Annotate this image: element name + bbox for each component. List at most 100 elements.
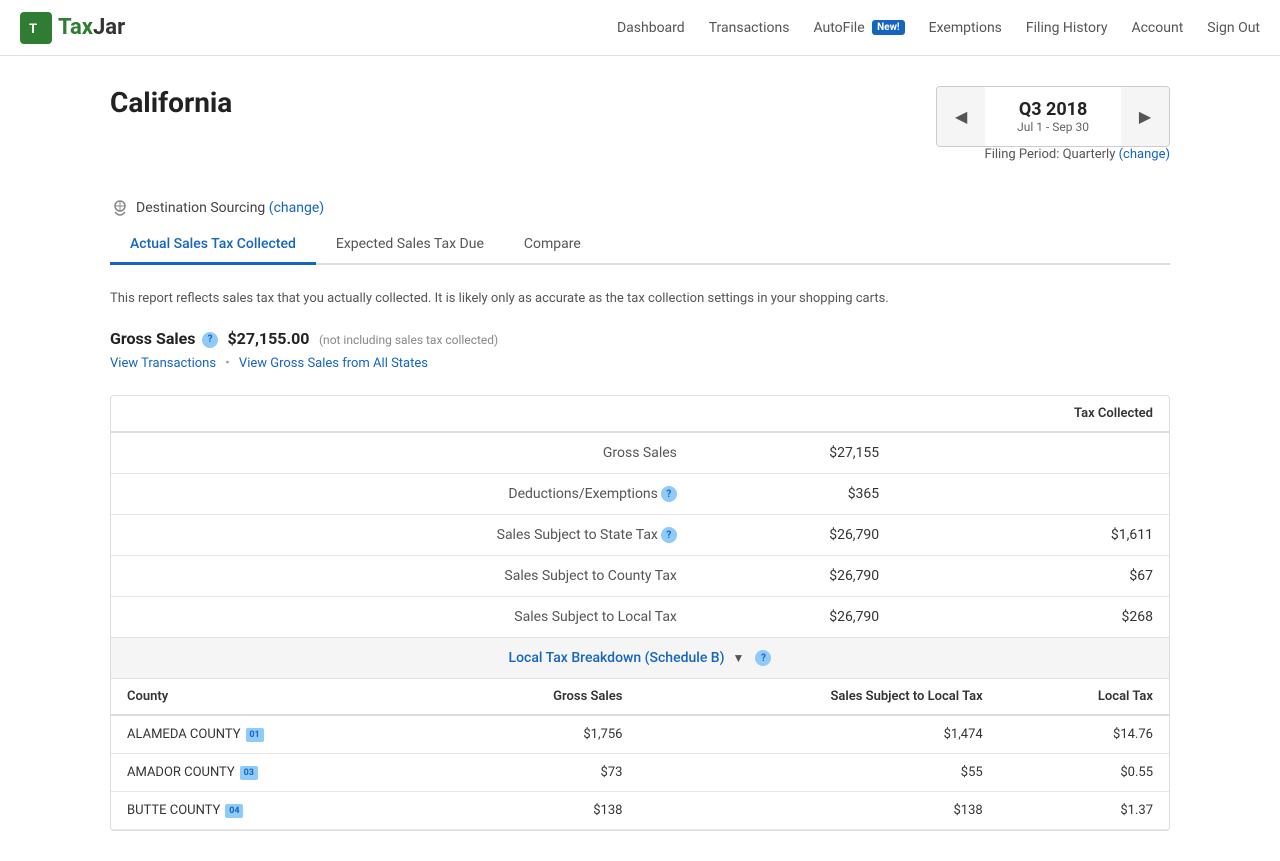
row-tax: $67 — [895, 556, 1169, 597]
breakdown-row[interactable]: Local Tax Breakdown (Schedule B) ▼ ? — [111, 637, 1169, 679]
county-subject: $55 — [638, 754, 998, 792]
view-transactions-link[interactable]: View Transactions — [110, 356, 216, 371]
logo[interactable]: T TaxJar — [20, 12, 125, 44]
county-badge[interactable]: 01 — [246, 728, 264, 742]
gross-sales-value: $27,155.00 — [227, 329, 309, 348]
table-row: Sales Subject to Local Tax $26,790 $268 — [111, 597, 1169, 638]
navbar: T TaxJar Dashboard Transactions AutoFile… — [0, 0, 1280, 56]
county-gross-sales: $1,756 — [440, 715, 638, 754]
period-label: Q3 2018 Jul 1 - Sep 30 — [985, 87, 1121, 146]
county-local-tax: $14.76 — [999, 715, 1169, 754]
county-name: ALAMEDA COUNTY01 — [111, 715, 440, 754]
county-name: AMADOR COUNTY03 — [111, 754, 440, 792]
sourcing-row: Destination Sourcing (change) — [110, 198, 1170, 218]
row-label: Sales Subject to County Tax — [111, 556, 693, 597]
period-quarter: Q3 2018 — [1017, 99, 1089, 120]
county-subject: $1,474 — [638, 715, 998, 754]
county-local-tax: $0.55 — [999, 754, 1169, 792]
county-badge[interactable]: 04 — [225, 804, 243, 818]
view-links: View Transactions • View Gross Sales fro… — [110, 356, 1170, 371]
col-header-label — [111, 396, 693, 432]
nav-links: Dashboard Transactions AutoFile New! Exe… — [617, 20, 1260, 36]
main-content: California ◀ Q3 2018 Jul 1 - Sep 30 ▶ Fi… — [90, 56, 1190, 861]
row-label: Gross Sales — [111, 432, 693, 474]
table-row: Sales Subject to County Tax $26,790 $67 — [111, 556, 1169, 597]
tab-actual-sales-tax[interactable]: Actual Sales Tax Collected — [110, 226, 316, 265]
breakdown-info-icon[interactable]: ? — [755, 650, 771, 666]
table-row: Deductions/Exemptions? $365 — [111, 473, 1169, 514]
col-header-amount — [693, 396, 895, 432]
svg-text:T: T — [29, 22, 37, 37]
period-prev-button[interactable]: ◀ — [937, 87, 985, 146]
col-header-tax: Tax Collected — [895, 396, 1169, 432]
header-row: California ◀ Q3 2018 Jul 1 - Sep 30 ▶ Fi… — [110, 86, 1170, 182]
sourcing-text: Destination Sourcing (change) — [136, 200, 324, 216]
county-table: County Gross Sales Sales Subject to Loca… — [111, 679, 1169, 830]
account-link[interactable]: Account — [1131, 20, 1183, 36]
county-gross-sales: $138 — [440, 792, 638, 830]
table-row: Sales Subject to State Tax? $26,790 $1,6… — [111, 515, 1169, 556]
tabs-container: Actual Sales Tax Collected Expected Sale… — [110, 226, 1170, 265]
row-label: Deductions/Exemptions? — [111, 473, 693, 514]
main-table-wrapper: Tax Collected Gross Sales $27,155 Deduct… — [110, 395, 1170, 832]
period-next-button[interactable]: ▶ — [1121, 87, 1169, 146]
tab-compare[interactable]: Compare — [504, 226, 601, 265]
row-amount: $26,790 — [693, 597, 895, 638]
row-tax — [895, 432, 1169, 474]
table-row: Gross Sales $27,155 — [111, 432, 1169, 474]
dashboard-link[interactable]: Dashboard — [617, 20, 685, 36]
gross-sales-row: Gross Sales ? $27,155.00 (not including … — [110, 329, 1170, 348]
county-table-row: BUTTE COUNTY04 $138 $138 $1.37 — [111, 792, 1169, 830]
county-col-county: County — [111, 679, 440, 715]
row-tax: $1,611 — [895, 515, 1169, 556]
county-table-row: ALAMEDA COUNTY01 $1,756 $1,474 $14.76 — [111, 715, 1169, 754]
row-info-icon[interactable]: ? — [661, 486, 677, 502]
sign-out-link[interactable]: Sign Out — [1207, 20, 1260, 36]
main-data-table: Tax Collected Gross Sales $27,155 Deduct… — [111, 396, 1169, 638]
breakdown-arrow-icon: ▼ — [733, 651, 745, 665]
row-amount: $27,155 — [693, 432, 895, 474]
row-amount: $26,790 — [693, 556, 895, 597]
page-title: California — [110, 86, 232, 119]
gross-sales-info-icon[interactable]: ? — [202, 332, 218, 348]
row-label: Sales Subject to Local Tax — [111, 597, 693, 638]
county-subject: $138 — [638, 792, 998, 830]
filing-history-link[interactable]: Filing History — [1026, 20, 1108, 36]
exemptions-link[interactable]: Exemptions — [929, 20, 1002, 36]
filing-period: Filing Period: Quarterly (change) — [936, 147, 1170, 162]
row-info-icon[interactable]: ? — [661, 527, 677, 543]
logo-icon: T — [20, 12, 52, 44]
county-local-tax: $1.37 — [999, 792, 1169, 830]
tab-expected-sales-tax[interactable]: Expected Sales Tax Due — [316, 226, 504, 265]
row-amount: $365 — [693, 473, 895, 514]
autofile-link[interactable]: AutoFile New! — [813, 20, 904, 36]
row-tax — [895, 473, 1169, 514]
county-col-local-tax: Local Tax — [999, 679, 1169, 715]
county-col-subject: Sales Subject to Local Tax — [638, 679, 998, 715]
row-amount: $26,790 — [693, 515, 895, 556]
period-nav-container: ◀ Q3 2018 Jul 1 - Sep 30 ▶ Filing Period… — [936, 86, 1170, 182]
table-header-row: Tax Collected — [111, 396, 1169, 432]
row-label: Sales Subject to State Tax? — [111, 515, 693, 556]
period-nav: ◀ Q3 2018 Jul 1 - Sep 30 ▶ — [936, 86, 1170, 147]
gross-sales-note: (not including sales tax collected) — [319, 333, 498, 347]
period-dates: Jul 1 - Sep 30 — [1017, 120, 1089, 134]
county-gross-sales: $73 — [440, 754, 638, 792]
county-header-row: County Gross Sales Sales Subject to Loca… — [111, 679, 1169, 715]
county-badge[interactable]: 03 — [240, 766, 258, 780]
gross-sales-label: Gross Sales — [110, 329, 195, 348]
row-tax: $268 — [895, 597, 1169, 638]
transactions-link[interactable]: Transactions — [709, 20, 790, 36]
sourcing-change-link[interactable]: (change) — [269, 200, 324, 216]
breakdown-link[interactable]: Local Tax Breakdown (Schedule B) — [509, 650, 725, 666]
autofile-badge: New! — [872, 20, 905, 35]
county-table-row: AMADOR COUNTY03 $73 $55 $0.55 — [111, 754, 1169, 792]
county-name: BUTTE COUNTY04 — [111, 792, 440, 830]
view-gross-sales-link[interactable]: View Gross Sales from All States — [239, 356, 428, 371]
logo-text: TaxJar — [58, 15, 125, 40]
sourcing-icon — [110, 198, 130, 218]
report-info-text: This report reflects sales tax that you … — [110, 289, 1170, 309]
link-separator: • — [225, 356, 233, 371]
filing-period-change-link[interactable]: (change) — [1119, 147, 1170, 162]
county-col-gross-sales: Gross Sales — [440, 679, 638, 715]
